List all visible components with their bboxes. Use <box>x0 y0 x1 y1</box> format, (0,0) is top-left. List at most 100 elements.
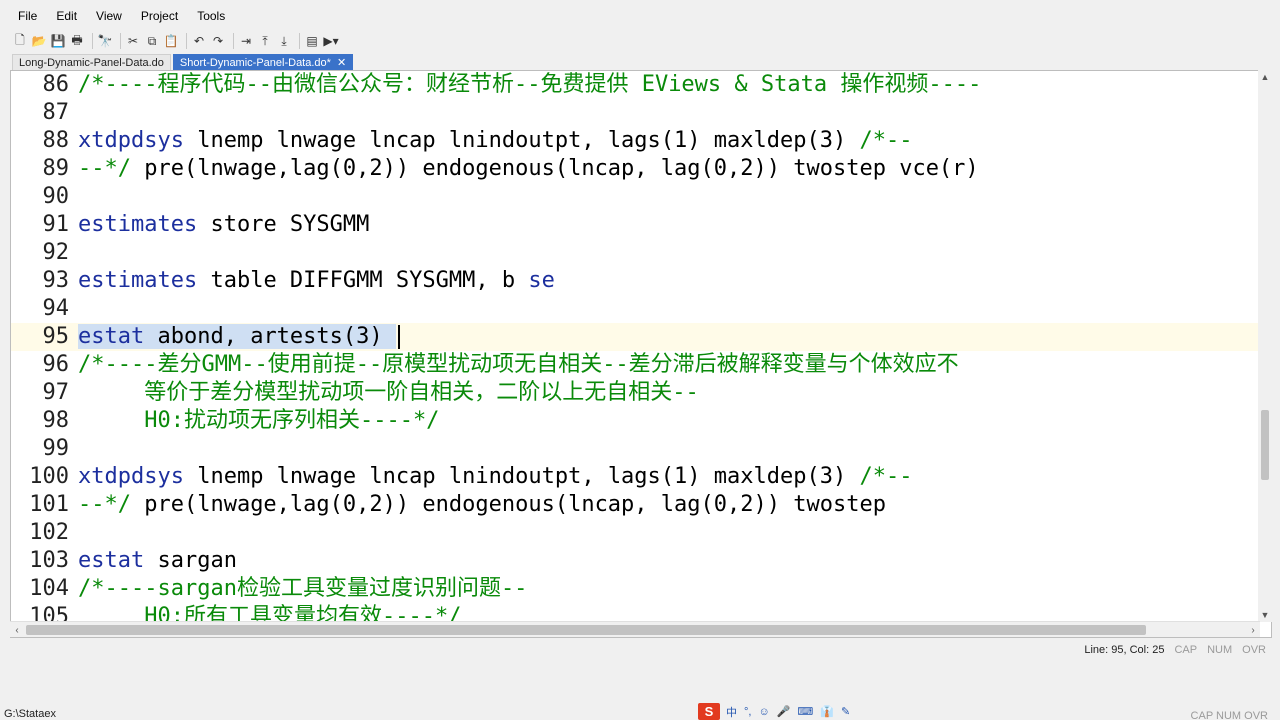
tab-label: Long-Dynamic-Panel-Data.do <box>19 56 164 69</box>
line-text: --*/ pre(lnwage,lag(0,2)) endogenous(lnc… <box>78 492 886 517</box>
text-cursor <box>397 325 400 349</box>
code-line[interactable]: 103 estat sargan <box>11 547 1261 575</box>
line-text: /*----程序代码--由微信公众号：财经节析--免费提供 EViews & S… <box>78 72 982 97</box>
microphone-icon[interactable]: 🎤 <box>777 705 791 718</box>
sogou-logo-icon[interactable]: S <box>698 703 720 720</box>
line-number: 92 <box>42 240 70 265</box>
code-line[interactable]: 88 xtdpdsys lnemp lnwage lncap lnindoutpt… <box>11 127 1261 155</box>
copy-icon[interactable]: ⧉ <box>144 33 160 49</box>
cut-icon[interactable]: ✂ <box>125 33 141 49</box>
code-line[interactable]: 96 /*----差分GMM--使用前提--原模型扰动项无自相关--差分滞后被解释… <box>11 351 1261 379</box>
line-text: /*----差分GMM--使用前提--原模型扰动项无自相关--差分滞后被解释变量… <box>78 352 959 377</box>
line-number: 104 <box>29 576 69 601</box>
menu-edit[interactable]: Edit <box>56 9 77 23</box>
line-number: 91 <box>42 212 70 237</box>
line-text: estat abond, artests(3) <box>78 323 400 351</box>
line-text: estimates store SYSGMM <box>78 212 370 237</box>
move-up-icon[interactable]: ⤒ <box>257 33 273 49</box>
toolbar: 🗋 📂 💾 🖶 🔭 ✂ ⧉ 📋 ↶ ↷ ⇥ ⤒ ⤓ ▤ ▶▾ <box>12 30 342 52</box>
menu-view[interactable]: View <box>96 9 122 23</box>
line-number: 98 <box>42 408 70 433</box>
skin-icon[interactable]: 👔 <box>820 705 834 718</box>
working-directory: G:\Stataex <box>4 708 56 720</box>
menu-bar: File Edit View Project Tools <box>0 5 244 27</box>
new-file-icon[interactable]: 🗋 <box>12 33 28 49</box>
code-line[interactable]: 105 H0:所有工具变量均有效----*/ <box>11 603 1261 623</box>
scroll-left-icon[interactable]: ‹ <box>10 622 24 638</box>
code-line[interactable]: 100 xtdpdsys lnemp lnwage lncap lnindoutp… <box>11 463 1261 491</box>
line-number: 101 <box>29 492 69 517</box>
status-bar: Line: 95, Col: 25 CAP NUM OVR <box>10 640 1272 660</box>
menu-file[interactable]: File <box>18 9 37 23</box>
tab-short-dynamic-panel-data[interactable]: Short-Dynamic-Panel-Data.do* ✕ <box>172 54 354 71</box>
line-number: 99 <box>42 436 70 461</box>
line-number: 90 <box>42 184 70 209</box>
code-line[interactable]: 102 <box>11 519 1261 547</box>
tab-label: Short-Dynamic-Panel-Data.do* <box>179 56 331 69</box>
indent-icon[interactable]: ⇥ <box>238 33 254 49</box>
line-number: 105 <box>29 604 69 623</box>
tools-icon[interactable]: ✎ <box>841 705 850 718</box>
code-line[interactable]: 104 /*----sargan检验工具变量过度识别问题-- <box>11 575 1261 603</box>
code-line[interactable]: 87 <box>11 99 1261 127</box>
line-number: 100 <box>29 464 69 489</box>
code-line[interactable]: 86 /*----程序代码--由微信公众号：财经节析--免费提供 EViews &… <box>11 71 1261 99</box>
toolbar-divider <box>120 33 121 49</box>
keyboard-icon[interactable]: ⌨ <box>797 705 813 718</box>
line-number: 97 <box>42 380 70 405</box>
line-text: H0:所有工具变量均有效----*/ <box>78 604 462 623</box>
save-icon[interactable]: 💾 <box>50 33 66 49</box>
vertical-scrollbar[interactable]: ▲ ▼ <box>1258 70 1272 622</box>
code-line[interactable]: 95 estat abond, artests(3) <box>11 323 1261 351</box>
do-icon[interactable]: ▶▾ <box>323 33 339 49</box>
redo-icon[interactable]: ↷ <box>210 33 226 49</box>
close-icon[interactable]: ✕ <box>337 55 346 71</box>
toolbar-divider <box>186 33 187 49</box>
code-line[interactable]: 89 --*/ pre(lnwage,lag(0,2)) endogenous(l… <box>11 155 1261 183</box>
print-icon[interactable]: 🖶 <box>69 33 85 49</box>
num-lock-indicator: NUM <box>1207 644 1233 656</box>
line-number: 94 <box>42 296 70 321</box>
line-text: xtdpdsys lnemp lnwage lncap lnindoutpt, … <box>78 128 913 153</box>
line-text: xtdpdsys lnemp lnwage lncap lnindoutpt, … <box>78 464 913 489</box>
ime-emoji-icon[interactable]: ☺ <box>758 706 769 718</box>
menu-tools[interactable]: Tools <box>197 9 225 23</box>
find-icon[interactable]: 🔭 <box>97 33 113 49</box>
paste-icon[interactable]: 📋 <box>163 33 179 49</box>
code-line[interactable]: 92 <box>11 239 1261 267</box>
code-line[interactable]: 91 estimates store SYSGMM <box>11 211 1261 239</box>
scrollbar-thumb[interactable] <box>1261 410 1269 480</box>
scroll-right-icon[interactable]: › <box>1246 622 1260 638</box>
code-editor[interactable]: 86 /*----程序代码--由微信公众号：财经节析--免费提供 EViews &… <box>10 70 1272 638</box>
code-area[interactable]: 86 /*----程序代码--由微信公众号：财经节析--免费提供 EViews &… <box>11 71 1261 623</box>
code-line[interactable]: 99 <box>11 435 1261 463</box>
toolbar-divider <box>299 33 300 49</box>
tab-long-dynamic-panel-data[interactable]: Long-Dynamic-Panel-Data.do <box>12 54 171 70</box>
toolbar-divider <box>233 33 234 49</box>
run-icon[interactable]: ▤ <box>304 33 320 49</box>
code-line[interactable]: 90 <box>11 183 1261 211</box>
line-number: 93 <box>42 268 70 293</box>
open-folder-icon[interactable]: 📂 <box>31 33 47 49</box>
move-down-icon[interactable]: ⤓ <box>276 33 292 49</box>
caps-lock-indicator: CAP <box>1174 644 1198 656</box>
menu-project[interactable]: Project <box>141 9 178 23</box>
code-line[interactable]: 98 H0:扰动项无序列相关----*/ <box>11 407 1261 435</box>
code-line[interactable]: 101 --*/ pre(lnwage,lag(0,2)) endogenous(… <box>11 491 1261 519</box>
line-number: 95 <box>42 324 70 349</box>
ime-chinese-mode[interactable]: 中 <box>726 704 737 720</box>
line-number: 88 <box>42 128 70 153</box>
scroll-up-icon[interactable]: ▲ <box>1258 70 1272 84</box>
line-text: H0:扰动项无序列相关----*/ <box>78 408 440 433</box>
line-text: /*----sargan检验工具变量过度识别问题-- <box>78 576 528 601</box>
ime-punctuation-icon[interactable]: °, <box>744 706 751 718</box>
code-line[interactable]: 93 estimates table DIFFGMM SYSGMM, b se <box>11 267 1261 295</box>
scrollbar-thumb[interactable] <box>26 625 1146 635</box>
code-line[interactable]: 94 <box>11 295 1261 323</box>
cursor-position: Line: 95, Col: 25 <box>1084 644 1165 656</box>
scroll-down-icon[interactable]: ▼ <box>1258 608 1272 622</box>
undo-icon[interactable]: ↶ <box>191 33 207 49</box>
horizontal-scrollbar[interactable]: ‹ › <box>10 621 1260 637</box>
code-line[interactable]: 97 等价于差分模型扰动项一阶自相关，二阶以上无自相关-- <box>11 379 1261 407</box>
line-number: 86 <box>42 72 70 97</box>
